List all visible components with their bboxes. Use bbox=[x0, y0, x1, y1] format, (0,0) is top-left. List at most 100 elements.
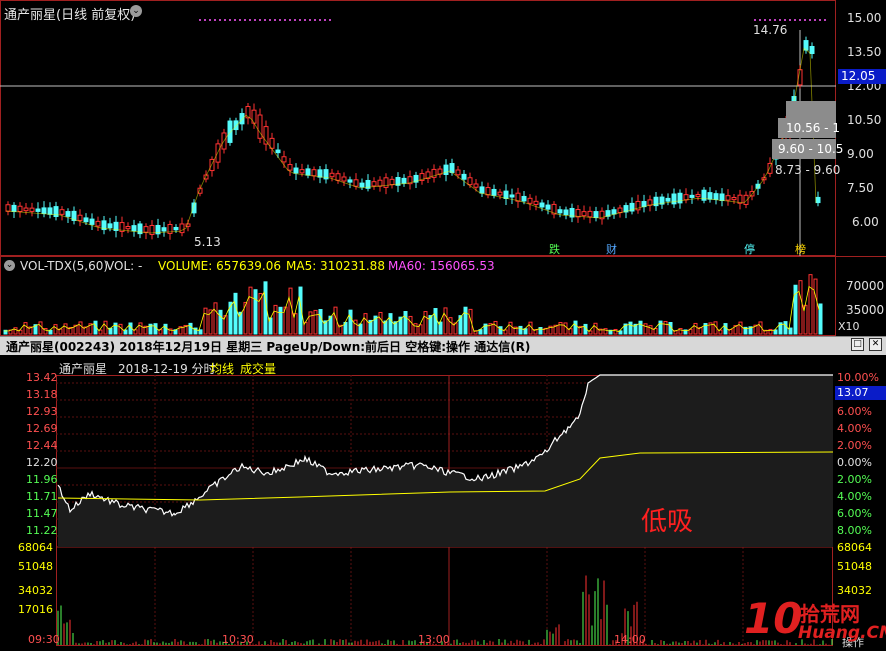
volume-bar bbox=[498, 326, 503, 335]
candle-body bbox=[341, 176, 347, 182]
price-tick: 12.69 bbox=[26, 422, 58, 435]
candle-body bbox=[473, 183, 479, 188]
pct-tick: 6.00% bbox=[837, 405, 872, 418]
kline-ytick: 15.00 bbox=[847, 11, 882, 25]
volume-bar bbox=[78, 321, 83, 335]
signal-dot bbox=[259, 19, 261, 21]
price-tick: 13.42 bbox=[26, 371, 58, 384]
candle-body bbox=[725, 195, 731, 201]
signal-dot bbox=[289, 19, 291, 21]
candle-body bbox=[539, 202, 545, 208]
candle-body bbox=[125, 226, 131, 230]
signal-dot bbox=[249, 19, 251, 21]
ivol-tick: 17016 bbox=[18, 603, 53, 616]
candle-body bbox=[317, 169, 323, 178]
volume-bar bbox=[563, 322, 568, 335]
signal-dot bbox=[759, 19, 761, 21]
candle-body bbox=[593, 211, 599, 219]
candle-body bbox=[281, 156, 287, 163]
kline-chart[interactable] bbox=[0, 0, 886, 256]
event-tag[interactable]: 财 bbox=[606, 241, 617, 257]
candle-body bbox=[215, 143, 221, 163]
event-tag[interactable]: 跌 bbox=[549, 241, 560, 257]
volume-bar bbox=[38, 321, 43, 335]
volume-bar bbox=[723, 323, 728, 335]
candle-body bbox=[377, 179, 383, 187]
candle-body bbox=[587, 210, 593, 218]
kline-ytick: 10.50 bbox=[847, 113, 882, 127]
volume-bar bbox=[353, 319, 358, 335]
event-tag[interactable]: 停 bbox=[744, 241, 755, 257]
signal-dot bbox=[209, 19, 211, 21]
close-icon[interactable]: ✕ bbox=[869, 338, 882, 351]
volume-bar bbox=[693, 322, 698, 335]
candle-body bbox=[545, 204, 551, 210]
pct-tick: 8.00% bbox=[837, 524, 872, 537]
signal-dot bbox=[309, 19, 311, 21]
candle-body bbox=[233, 120, 239, 131]
volume-bar bbox=[658, 320, 663, 335]
candle-body bbox=[83, 217, 89, 223]
signal-dot bbox=[314, 19, 316, 21]
intraday-stock-name: 通产丽星 bbox=[59, 362, 108, 376]
volume-label: 成交量 bbox=[240, 362, 277, 376]
kline-ytick: 7.50 bbox=[847, 181, 874, 195]
signal-dot bbox=[324, 19, 326, 21]
pct-tick: 0.00% bbox=[837, 456, 872, 469]
candle-body bbox=[65, 211, 71, 217]
volume-bar bbox=[193, 327, 198, 335]
candle-body bbox=[455, 169, 461, 176]
candle-body bbox=[581, 211, 587, 217]
volume-bar bbox=[738, 321, 743, 335]
candle-body bbox=[95, 220, 101, 227]
volume-bar bbox=[313, 309, 318, 335]
candle-body bbox=[299, 169, 305, 174]
candle-body bbox=[107, 223, 113, 229]
volume-bar bbox=[648, 325, 653, 335]
window-title: 通产丽星(002243) 2018年12月19日 星期三 PageUp/Down… bbox=[6, 340, 531, 354]
current-price-badge: 13.07 bbox=[835, 386, 886, 400]
low-mark: 5.13 bbox=[194, 235, 221, 249]
candle-body bbox=[497, 191, 503, 196]
volume-bar bbox=[518, 325, 523, 335]
candle-body bbox=[677, 192, 683, 204]
signal-dot bbox=[304, 19, 306, 21]
volume-bar bbox=[798, 280, 803, 335]
candle-body bbox=[809, 45, 815, 55]
candle-body bbox=[527, 197, 533, 204]
kline-ytick: 13.50 bbox=[847, 45, 882, 59]
candle-body bbox=[23, 207, 29, 212]
watermark-number: 10 bbox=[744, 594, 803, 643]
maximize-icon[interactable]: □ bbox=[851, 338, 864, 351]
candle-body bbox=[359, 182, 365, 188]
kline-panel[interactable]: 通产丽星(日线 前复权) ⌄ 15.00 13.50 12.00 10.50 9… bbox=[0, 0, 886, 256]
time-tick: 09:30 bbox=[28, 633, 60, 646]
signal-dot bbox=[204, 19, 206, 21]
settings-icon[interactable]: ⌄ bbox=[4, 260, 15, 271]
signal-dot bbox=[274, 19, 276, 21]
candle-body bbox=[479, 186, 485, 194]
annotation-text: 低吸 bbox=[641, 507, 694, 537]
ivol-tick: 68064 bbox=[837, 541, 872, 554]
candle-body bbox=[689, 194, 695, 198]
volume-bar bbox=[288, 287, 293, 335]
settings-icon[interactable]: ⌄ bbox=[130, 5, 142, 17]
signal-dot bbox=[824, 19, 826, 21]
volume-bar bbox=[818, 303, 823, 335]
volume-bar bbox=[413, 323, 418, 335]
candle-body bbox=[29, 207, 35, 212]
volume-bar bbox=[53, 324, 58, 335]
volume-bar bbox=[363, 313, 368, 335]
volume-panel[interactable]: ⌄ VOL-TDX(5,60) VOL: - VOLUME: 657639.06… bbox=[0, 256, 886, 336]
ivol-tick: 68064 bbox=[18, 541, 53, 554]
watermark-url: Huang.CN bbox=[798, 623, 886, 643]
time-tick: 13:00 bbox=[418, 633, 450, 646]
volume-bar bbox=[638, 320, 643, 335]
candle-body bbox=[509, 194, 515, 198]
candle-body bbox=[617, 207, 623, 214]
intraday-window-titlebar[interactable]: 通产丽星(002243) 2018年12月19日 星期三 PageUp/Down… bbox=[0, 336, 886, 355]
volume-bar bbox=[443, 307, 448, 335]
volume-bar bbox=[783, 321, 788, 335]
event-tag[interactable]: 榜 bbox=[795, 241, 806, 257]
avg-line-label: 均线 bbox=[210, 362, 235, 376]
